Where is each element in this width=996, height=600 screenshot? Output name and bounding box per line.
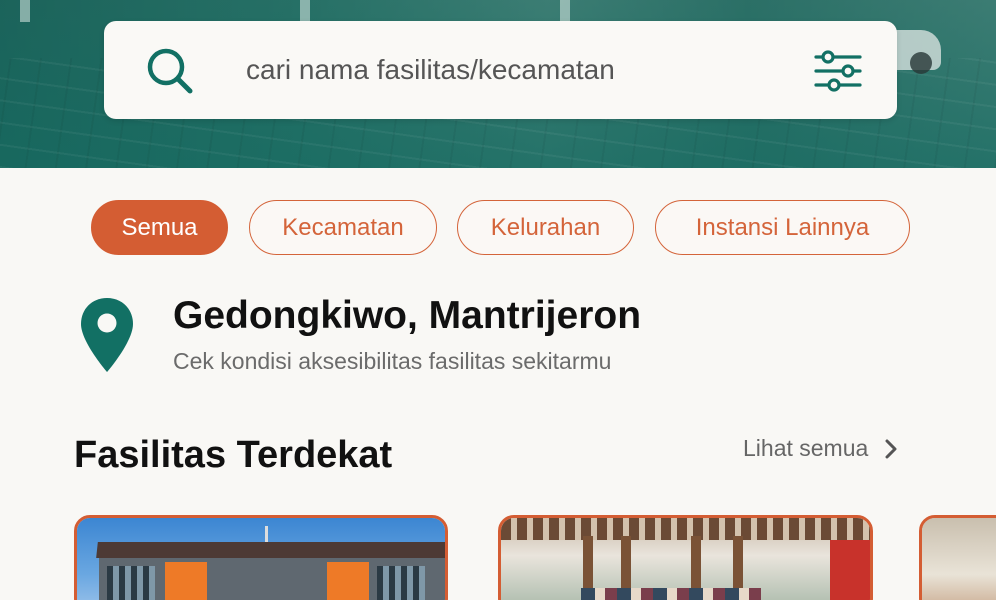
- search-icon[interactable]: [144, 45, 196, 97]
- see-all-link[interactable]: Lihat semua: [743, 435, 898, 462]
- location-subtitle: Cek kondisi aksesibilitas fasilitas seki…: [173, 348, 612, 374]
- hero-bollard: [560, 0, 570, 22]
- building-window: [377, 566, 425, 600]
- facility-card[interactable]: [919, 515, 996, 600]
- filter-chip-instansi-lainnya[interactable]: Instansi Lainnya: [655, 200, 910, 255]
- hero-bollard: [300, 0, 310, 22]
- see-all-label: Lihat semua: [743, 435, 869, 461]
- building-panel: [327, 562, 369, 600]
- red-curtain: [830, 540, 870, 600]
- section-title: Fasilitas Terdekat: [74, 434, 393, 476]
- hero-car-wheel: [910, 52, 932, 74]
- chevron-right-icon: [885, 439, 897, 458]
- pavilion-roof: [501, 518, 870, 540]
- building-window: [107, 566, 155, 600]
- filter-chip-semua[interactable]: Semua: [91, 200, 228, 255]
- filter-chip-kelurahan[interactable]: Kelurahan: [457, 200, 634, 255]
- search-bar: [104, 21, 897, 119]
- hero-bollard: [20, 0, 30, 22]
- facility-card[interactable]: [498, 515, 873, 600]
- facility-card[interactable]: [74, 515, 448, 600]
- filter-chip-kecamatan[interactable]: Kecamatan: [249, 200, 437, 255]
- facility-photo: [922, 518, 996, 600]
- search-input[interactable]: [246, 47, 806, 93]
- people-group: [581, 588, 761, 600]
- location-pin-icon: [81, 298, 133, 372]
- building-panel: [165, 562, 207, 600]
- building-roof: [96, 542, 445, 558]
- location-title: Gedongkiwo, Mantrijeron: [173, 294, 642, 337]
- filter-sliders-icon[interactable]: [814, 49, 862, 93]
